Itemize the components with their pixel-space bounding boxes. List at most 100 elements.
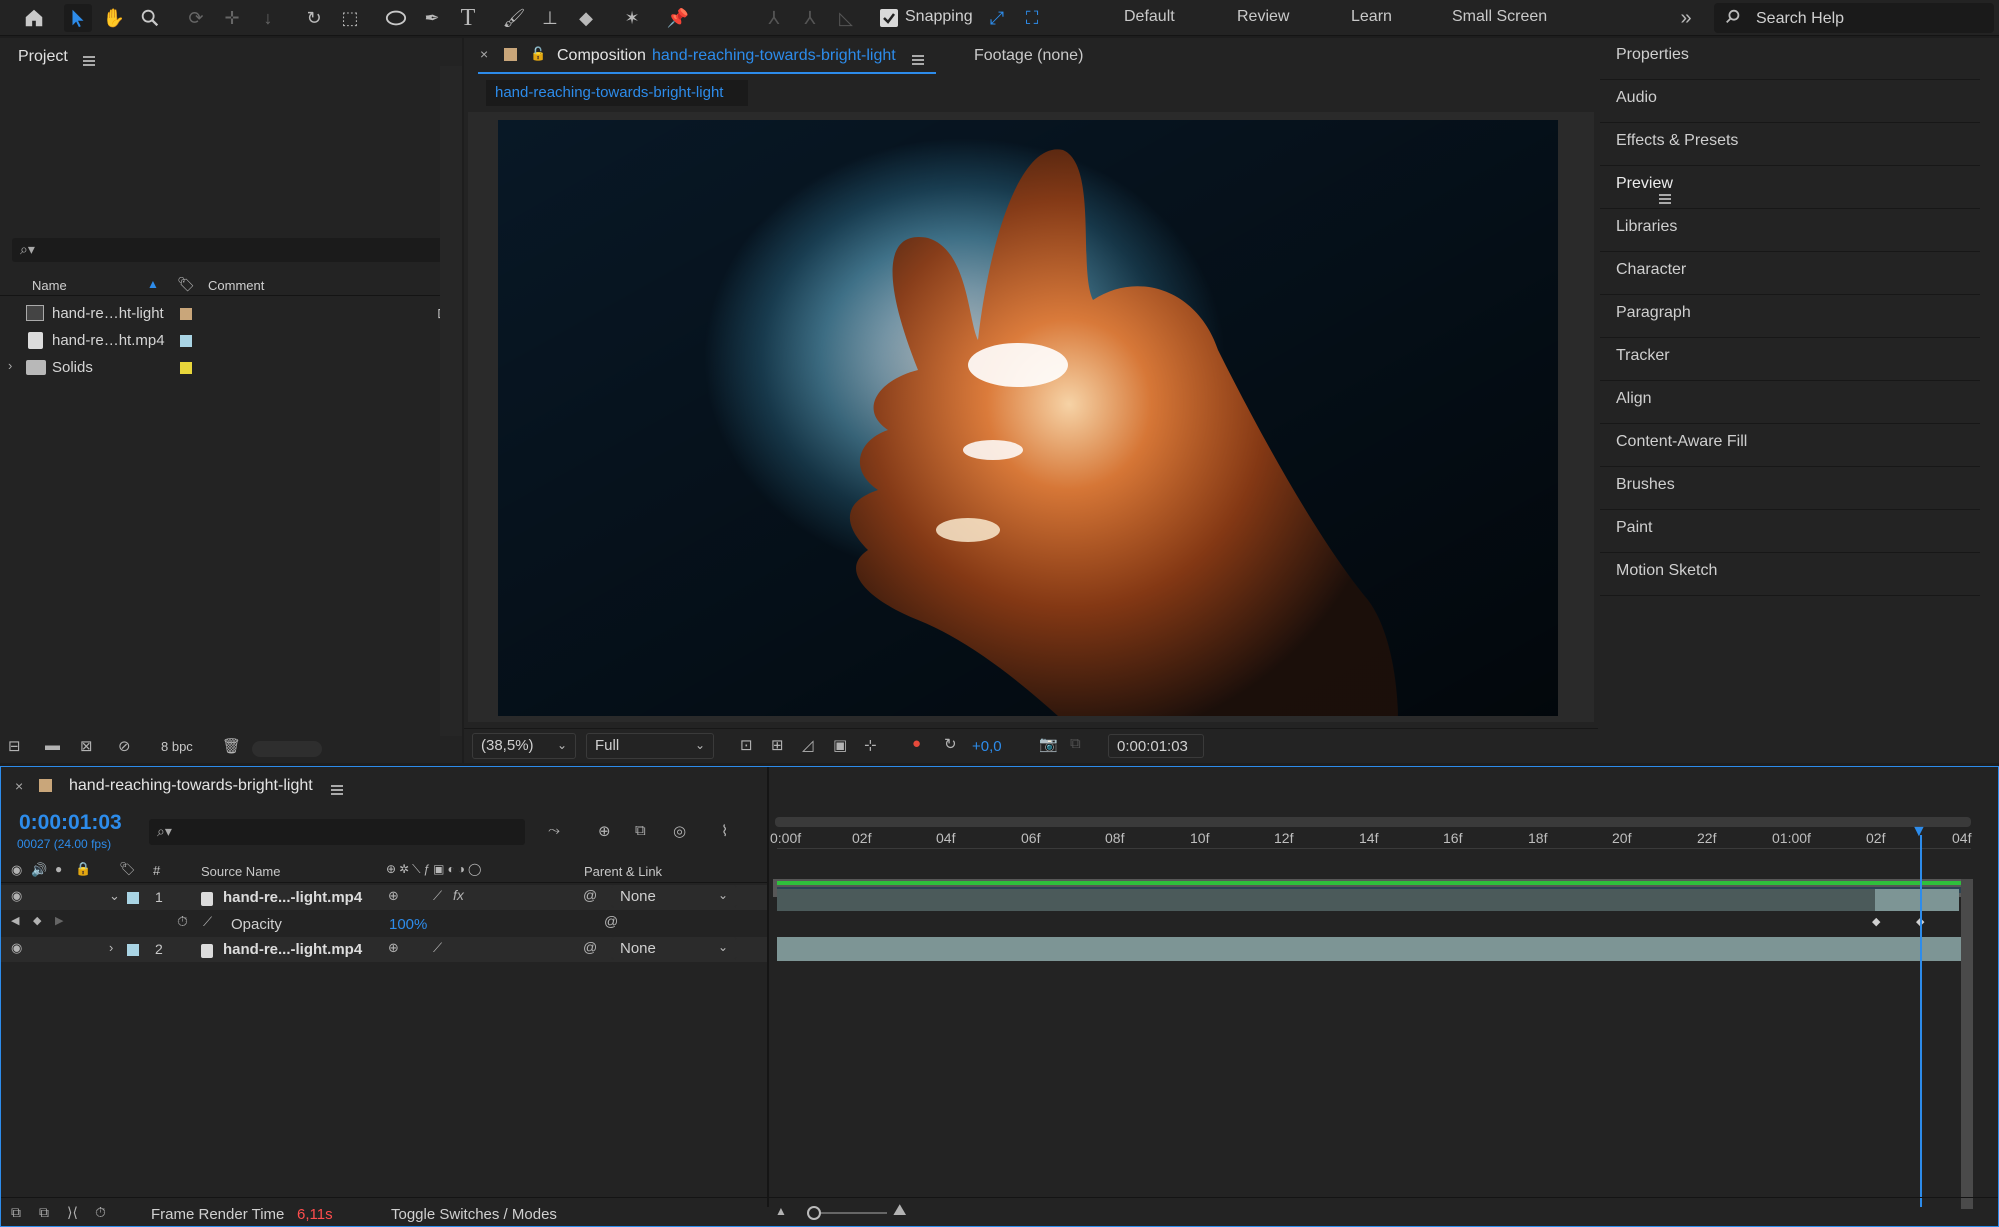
solo-dot-icon[interactable]: ● <box>55 862 62 876</box>
render-time-toggle-icon[interactable]: ⏱ <box>95 1204 106 1221</box>
preview-menu-icon[interactable] <box>1659 194 1672 204</box>
timeline-menu-icon[interactable] <box>331 785 343 795</box>
comp-mini-flowchart-icon[interactable]: ⤳ <box>548 822 560 839</box>
project-item[interactable]: hand-re…ht.mp4 <box>0 328 460 355</box>
eraser-tool-icon[interactable]: ◆ <box>572 4 600 32</box>
eye-icon[interactable]: ◉ <box>11 888 22 904</box>
panel-align[interactable]: Align <box>1600 382 1980 424</box>
pickwhip-icon[interactable]: @ <box>583 939 597 955</box>
eye-icon[interactable]: ◉ <box>11 940 22 956</box>
type-tool-icon[interactable]: T <box>454 4 482 32</box>
new-folder-icon[interactable]: ▬ <box>45 737 60 754</box>
snap-features-icon[interactable]: ⛶ <box>1018 4 1046 32</box>
rotation-tool-icon[interactable]: ↻ <box>300 4 328 32</box>
axis-view-icon[interactable]: ◺ <box>832 4 860 32</box>
current-time-field[interactable]: 0:00:01:03 <box>1108 734 1204 758</box>
label-tag-icon[interactable]: 🏷 <box>177 276 195 293</box>
layer-row[interactable]: ◉ › 2 hand-re...-light.mp4 ⊕ ⟋ @ None ⌄ <box>1 937 767 962</box>
quality-slash-icon[interactable]: ⟋ <box>433 940 442 956</box>
project-menu-icon[interactable] <box>83 56 95 66</box>
project-search-input[interactable]: ⌕▾ <box>12 238 452 262</box>
resolution-dropdown[interactable]: Full ⌄ <box>586 733 714 759</box>
transparency-grid-icon[interactable]: ⊞ <box>771 736 784 754</box>
region-of-interest-icon[interactable]: ▣ <box>833 736 847 754</box>
panel-paint[interactable]: Paint <box>1600 511 1980 553</box>
reset-exposure-icon[interactable]: ↻ <box>944 735 957 753</box>
layer-1-track-bar[interactable] <box>777 889 1959 911</box>
zoom-slider-handle[interactable] <box>807 1206 821 1220</box>
shy-icon[interactable]: ⊕ <box>388 940 399 956</box>
zoom-tool-icon[interactable] <box>136 4 164 32</box>
panel-properties[interactable]: Properties <box>1600 38 1980 80</box>
exposure-value[interactable]: +0,0 <box>972 738 1002 755</box>
selection-tool-icon[interactable] <box>64 4 92 32</box>
panel-preview[interactable]: Preview <box>1600 167 1980 209</box>
layer-2-track-bar[interactable] <box>777 937 1973 961</box>
timeline-title[interactable]: hand-reaching-towards-bright-light <box>69 777 313 795</box>
magnification-dropdown[interactable]: (38,5%) ⌄ <box>472 733 576 759</box>
brush-tool-icon[interactable]: 🖌 <box>500 4 528 32</box>
bit-depth-label[interactable]: 8 bpc <box>161 739 193 754</box>
more-workspaces-icon[interactable]: » <box>1672 4 1700 32</box>
clone-stamp-tool-icon[interactable]: ⊥ <box>536 4 564 32</box>
composition-tab-prefix[interactable]: Composition <box>557 47 646 65</box>
composition-frame-image[interactable] <box>498 120 1558 716</box>
stopwatch-icon[interactable]: ⏱ <box>177 913 188 930</box>
orbit-camera-icon[interactable]: ⟳ <box>182 4 210 32</box>
panel-paragraph[interactable]: Paragraph <box>1600 296 1980 338</box>
close-tab-icon[interactable]: × <box>480 46 488 62</box>
pan-camera-icon[interactable]: ✛ <box>218 4 246 32</box>
next-keyframe-icon[interactable]: ▶ <box>55 914 63 927</box>
snapping-checkbox[interactable] <box>880 9 898 27</box>
layer-label-swatch[interactable] <box>127 892 139 904</box>
panel-audio[interactable]: Audio <box>1600 81 1980 123</box>
close-timeline-icon[interactable]: × <box>15 778 23 794</box>
column-source-name[interactable]: Source Name <box>201 864 280 879</box>
composition-tab-name[interactable]: hand-reaching-towards-bright-light <box>652 47 896 65</box>
current-time-indicator[interactable] <box>1920 835 1922 1207</box>
zoom-out-icon[interactable]: ▲ <box>775 1204 787 1218</box>
layer-label-swatch[interactable] <box>127 944 139 956</box>
opacity-property-row[interactable]: ◀ ◆ ▶ ⏱ ⟋ Opacity 100% @ <box>1 911 767 936</box>
label-color-swatch[interactable] <box>180 362 192 374</box>
grid-guides-icon[interactable]: ⊹ <box>864 736 877 754</box>
layer-name[interactable]: hand-re...-light.mp4 <box>223 941 362 958</box>
panel-libraries[interactable]: Libraries <box>1600 210 1980 252</box>
pickwhip-icon[interactable]: @ <box>604 913 618 929</box>
pan-behind-tool-icon[interactable]: ⬚ <box>336 4 364 32</box>
new-composition-icon[interactable]: ⊠ <box>80 737 93 755</box>
timeline-timecode[interactable]: 0:00:01:03 <box>19 811 122 835</box>
time-navigator-bar[interactable] <box>775 817 1971 827</box>
shy-icon[interactable]: ⊕ <box>388 888 399 904</box>
column-name[interactable]: Name <box>32 278 67 293</box>
mask-visibility-icon[interactable]: ◿ <box>802 736 814 754</box>
workspace-default[interactable]: Default <box>1124 8 1175 26</box>
workspace-review[interactable]: Review <box>1237 8 1289 26</box>
workspace-learn[interactable]: Learn <box>1351 8 1392 26</box>
audio-speaker-icon[interactable]: 🔊 <box>31 862 47 878</box>
panel-effects-presets[interactable]: Effects & Presets <box>1600 124 1980 166</box>
panel-content-aware-fill[interactable]: Content-Aware Fill <box>1600 425 1980 467</box>
layer-switches-toggle-icon[interactable]: ⧉ <box>11 1204 21 1221</box>
thumbnail-slider[interactable] <box>252 741 322 757</box>
label-tag-icon[interactable]: 🏷 <box>119 861 136 877</box>
panel-brushes[interactable]: Brushes <box>1600 468 1980 510</box>
fx-icon[interactable]: fx <box>453 887 464 903</box>
dolly-camera-icon[interactable]: ↓ <box>254 4 282 32</box>
label-color-swatch[interactable] <box>180 335 192 347</box>
project-item[interactable]: › Solids <box>0 355 460 382</box>
color-channels-icon[interactable]: ● <box>912 735 921 752</box>
workspace-small-screen[interactable]: Small Screen <box>1452 8 1547 26</box>
lock-icon[interactable]: 🔓 <box>530 46 546 62</box>
roto-brush-tool-icon[interactable]: ✶ <box>618 4 646 32</box>
snapshot-camera-icon[interactable]: 📷 <box>1039 735 1058 753</box>
snap-edges-icon[interactable]: ⤢ <box>983 4 1011 32</box>
opacity-value[interactable]: 100% <box>389 916 427 933</box>
panel-character[interactable]: Character <box>1600 253 1980 295</box>
parent-dropdown[interactable]: None ⌄ <box>611 937 737 960</box>
lock-icon[interactable]: 🔒 <box>75 861 91 877</box>
graph-editor-icon[interactable]: ⌇ <box>721 822 728 840</box>
trash-icon[interactable]: 🗑 <box>222 737 241 755</box>
search-help-field[interactable]: Search Help <box>1714 3 1994 33</box>
project-scrollbar[interactable] <box>440 66 462 736</box>
